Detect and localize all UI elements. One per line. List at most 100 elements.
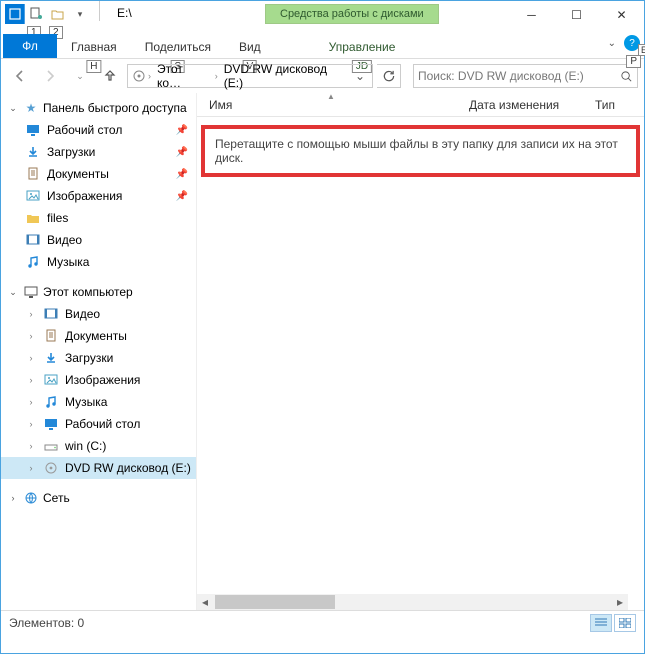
status-item-count: Элементов: 0 bbox=[9, 616, 84, 630]
tab-home-label: Главная bbox=[71, 40, 117, 54]
view-largeicons-button[interactable] bbox=[614, 614, 636, 632]
qat-properties-icon[interactable]: 1 bbox=[25, 3, 47, 25]
sidebar-item[interactable]: ›Документы bbox=[1, 325, 196, 347]
column-name[interactable]: Имя ▲ bbox=[197, 98, 457, 112]
navigation-pane: ★ Панель быстрого доступа Рабочий стол📌З… bbox=[1, 93, 197, 610]
sidebar-item[interactable]: › Видео bbox=[1, 303, 196, 325]
column-date[interactable]: Дата изменения bbox=[457, 98, 583, 112]
doc-icon bbox=[25, 166, 41, 182]
horizontal-scrollbar[interactable]: ◂ ▸ bbox=[197, 594, 628, 610]
ribbon-tabs: Фл Главная H Поделиться S Вид V Управлен… bbox=[1, 31, 644, 59]
img-icon bbox=[25, 188, 41, 204]
system-menu-icon[interactable] bbox=[5, 4, 25, 24]
minimize-button[interactable]: ─ bbox=[509, 1, 554, 29]
pin-icon: 📌 bbox=[176, 125, 188, 136]
sidebar-item[interactable]: ›DVD RW дисковод (E:) bbox=[1, 457, 196, 479]
view-details-button[interactable] bbox=[590, 614, 612, 632]
close-button[interactable]: ✕ bbox=[599, 1, 644, 29]
burn-hint-box: Перетащите с помощью мыши файлы в эту па… bbox=[201, 125, 640, 177]
sidebar-item[interactable]: Документы📌 bbox=[1, 163, 196, 185]
nav-back-button[interactable] bbox=[7, 63, 33, 89]
sidebar-group-thispc[interactable]: Этот компьютер bbox=[1, 281, 196, 303]
sidebar-item[interactable]: Загрузки📌 bbox=[1, 141, 196, 163]
keyhint-h: H bbox=[86, 60, 101, 73]
tab-share-label: Поделиться bbox=[145, 40, 211, 54]
refresh-button[interactable] bbox=[377, 64, 401, 88]
expand-icon[interactable]: › bbox=[25, 353, 37, 363]
keyhint-p: P bbox=[626, 55, 641, 68]
expand-icon[interactable]: › bbox=[25, 309, 37, 319]
breadcrumb-seg-1[interactable]: Этот ко… bbox=[153, 62, 213, 90]
column-headers: Имя ▲ Дата изменения Тип bbox=[197, 93, 644, 117]
sidebar-item[interactable]: › win (C:) bbox=[1, 435, 196, 457]
address-breadcrumb[interactable]: › Этот ко… › DVD RW дисковод (E:) ⌄ bbox=[127, 64, 373, 88]
desktop-icon bbox=[43, 416, 59, 432]
view-mode-switch bbox=[590, 614, 636, 632]
doc-icon bbox=[43, 328, 59, 344]
sidebar-item-label: Видео bbox=[65, 307, 100, 321]
tab-home[interactable]: Главная H bbox=[57, 36, 131, 58]
column-type[interactable]: Тип bbox=[583, 98, 627, 112]
sidebar-group-quickaccess[interactable]: ★ Панель быстрого доступа bbox=[1, 97, 196, 119]
tab-share[interactable]: Поделиться S bbox=[131, 36, 225, 58]
file-tab[interactable]: Фл bbox=[3, 34, 57, 58]
sidebar-item-label: Музыка bbox=[65, 395, 107, 409]
tab-view-label: Вид bbox=[239, 40, 261, 54]
tab-view[interactable]: Вид V bbox=[225, 36, 275, 58]
pin-icon: 📌 bbox=[176, 147, 188, 158]
expand-icon[interactable]: › bbox=[25, 331, 37, 341]
sidebar-item[interactable]: ›Изображения bbox=[1, 369, 196, 391]
sidebar-quick-label: Панель быстрого доступа bbox=[43, 101, 187, 115]
caret-open-icon[interactable] bbox=[7, 103, 19, 114]
maximize-button[interactable]: ☐ bbox=[554, 1, 599, 29]
sidebar-item[interactable]: ›Загрузки bbox=[1, 347, 196, 369]
sidebar-item[interactable]: Музыка bbox=[1, 251, 196, 273]
scroll-thumb[interactable] bbox=[215, 595, 335, 609]
breadcrumb-seg-2[interactable]: DVD RW дисковод (E:) bbox=[220, 62, 350, 90]
sidebar-item[interactable]: › Музыка bbox=[1, 391, 196, 413]
sidebar-item[interactable]: Рабочий стол 📌 bbox=[1, 119, 196, 141]
sidebar-item-label: Рабочий стол bbox=[47, 123, 122, 137]
sidebar-item[interactable]: files bbox=[1, 207, 196, 229]
expand-icon[interactable]: › bbox=[25, 375, 37, 385]
sidebar-group-network[interactable]: Сеть bbox=[1, 487, 196, 509]
pin-icon: 📌 bbox=[176, 191, 188, 202]
caret-closed-icon[interactable] bbox=[7, 493, 19, 503]
ribbon-collapse-icon[interactable]: ⌄ bbox=[608, 38, 616, 49]
qat-dropdown-icon[interactable]: ▾ bbox=[69, 3, 91, 25]
sidebar-item-label: Изображения bbox=[47, 189, 122, 203]
video-icon bbox=[25, 232, 41, 248]
search-placeholder: Поиск: DVD RW дисковод (E:) bbox=[418, 69, 584, 83]
breadcrumb-dropdown-icon[interactable]: ⌄ bbox=[352, 69, 368, 83]
tab-manage[interactable]: Управление JD bbox=[315, 36, 410, 58]
chevron-right-icon[interactable]: › bbox=[215, 71, 218, 81]
titlebar: 1 2 ▾ E:\ Средства работы с дисками ─ ☐ … bbox=[1, 1, 644, 31]
nav-forward-button[interactable] bbox=[37, 63, 63, 89]
network-icon bbox=[23, 490, 39, 506]
sidebar-item[interactable]: Изображения 📌 bbox=[1, 185, 196, 207]
scroll-right-icon[interactable]: ▸ bbox=[612, 594, 628, 610]
sidebar-item[interactable]: Видео bbox=[1, 229, 196, 251]
quick-access-toolbar: 1 2 ▾ bbox=[1, 1, 95, 27]
sidebar-item-label: win (C:) bbox=[65, 439, 106, 453]
img-icon bbox=[43, 372, 59, 388]
expand-icon[interactable]: › bbox=[25, 463, 37, 473]
dvd-icon bbox=[43, 460, 59, 476]
expand-icon[interactable]: › bbox=[25, 419, 37, 429]
search-icon[interactable] bbox=[620, 70, 633, 83]
sort-asc-icon: ▲ bbox=[327, 92, 335, 101]
expand-icon[interactable]: › bbox=[25, 441, 37, 451]
expand-icon[interactable]: › bbox=[25, 397, 37, 407]
chevron-right-icon[interactable]: › bbox=[148, 71, 151, 81]
qat-newfolder-icon[interactable]: 2 bbox=[47, 3, 69, 25]
sidebar-item-label: Рабочий стол bbox=[65, 417, 140, 431]
scroll-left-icon[interactable]: ◂ bbox=[197, 594, 213, 610]
sidebar-item[interactable]: › Рабочий стол bbox=[1, 413, 196, 435]
help-icon[interactable]: ? E bbox=[624, 35, 640, 51]
search-input[interactable]: Поиск: DVD RW дисковод (E:) P bbox=[413, 64, 638, 88]
column-name-label: Имя bbox=[209, 98, 232, 112]
folder-icon bbox=[25, 210, 41, 226]
caret-open-icon[interactable] bbox=[7, 287, 19, 298]
star-icon: ★ bbox=[23, 100, 39, 116]
sidebar-thispc-label: Этот компьютер bbox=[43, 285, 133, 299]
